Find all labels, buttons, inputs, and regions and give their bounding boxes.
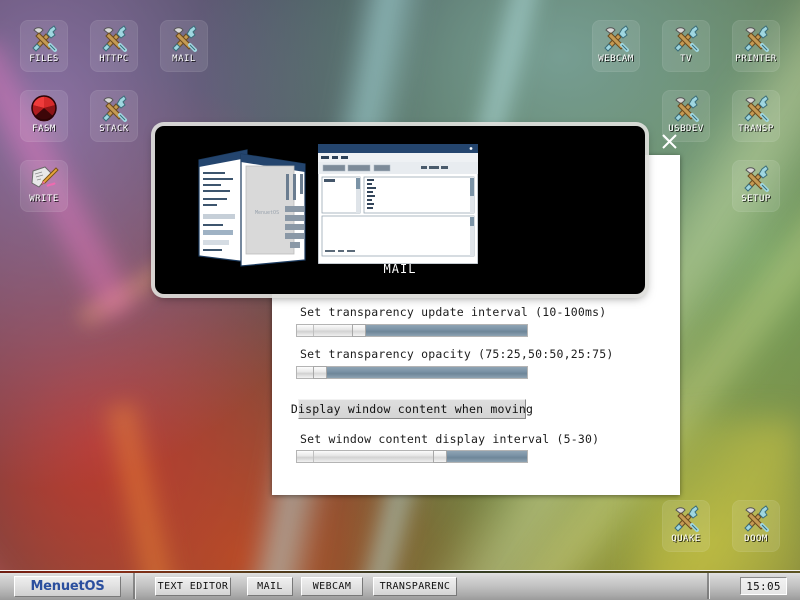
desktop-icon-label: WEBCAM (598, 54, 634, 64)
desktop-icon-tv[interactable]: TV (662, 20, 710, 72)
taskbar-separator (707, 573, 710, 599)
hammer-wrench-icon (169, 23, 199, 53)
taskbar-separator (133, 573, 136, 599)
desktop-icon-setup[interactable]: SETUP (732, 160, 780, 212)
hammer-wrench-icon (671, 93, 701, 123)
desktop-icon-label: QUAKE (671, 534, 701, 544)
window-content-display-interval-slider[interactable] (296, 450, 528, 463)
hammer-wrench-icon (99, 23, 129, 53)
slider-knob[interactable] (433, 450, 447, 463)
desktop-icon-label: TV (680, 54, 692, 64)
slider-left-cap (297, 367, 314, 378)
transparency-update-interval-slider[interactable] (296, 324, 528, 337)
window-switcher-overlay[interactable]: MenuetOS (155, 126, 645, 294)
desktop-icon-mail[interactable]: MAIL (160, 20, 208, 72)
hammer-wrench-icon (99, 93, 129, 123)
transparency-opacity-slider[interactable] (296, 366, 528, 379)
taskbar-button-text-editor[interactable]: TEXT EDITOR (155, 577, 231, 596)
taskbar-button-mail[interactable]: MAIL (247, 577, 293, 596)
desktop-icon-label: USBDEV (668, 124, 704, 134)
taskbar-button-transparenc[interactable]: TRANSPARENC (373, 577, 457, 596)
desktop-icon-label: DOOM (744, 534, 768, 544)
pencil-paper-icon (29, 163, 59, 193)
left-window-preview[interactable]: MenuetOS (191, 142, 311, 267)
desktop-icon-label: MAIL (172, 54, 196, 64)
desktop-icon-label: FILES (29, 54, 59, 64)
start-button[interactable]: MenuetOS (14, 576, 121, 597)
hammer-wrench-icon (601, 23, 631, 53)
desktop-icon-label: SETUP (741, 194, 771, 204)
desktop-icon-label: HTTPC (99, 54, 129, 64)
desktop-icon-usbdev[interactable]: USBDEV (662, 90, 710, 142)
hammer-wrench-icon (671, 503, 701, 533)
desktop-icon-fasm[interactable]: FASM (20, 90, 68, 142)
desktop-icon-doom[interactable]: DOOM (732, 500, 780, 552)
desktop-icon-label: TRANSP (738, 124, 774, 134)
window-content-display-interval-slider-label: Set window content display interval (5-3… (300, 432, 599, 446)
desktop-icon-label: WRITE (29, 194, 59, 204)
hammer-wrench-icon (741, 23, 771, 53)
hammer-wrench-icon (741, 93, 771, 123)
switcher-selected-label: MAIL (155, 262, 645, 276)
slider-fill (320, 367, 527, 378)
desktop-icon-label: FASM (32, 124, 56, 134)
hammer-wrench-icon (29, 23, 59, 53)
desktop-icon-httpc[interactable]: HTTPC (90, 20, 138, 72)
desktop-icon-label: STACK (99, 124, 129, 134)
desktop-icon-stack[interactable]: STACK (90, 90, 138, 142)
hammer-wrench-icon (671, 23, 701, 53)
desktop-icon-write[interactable]: WRITE (20, 160, 68, 212)
desktop-icon-quake[interactable]: QUAKE (662, 500, 710, 552)
desktop-icon-printer[interactable]: PRINTER (732, 20, 780, 72)
desktop-icon-webcam[interactable]: WEBCAM (592, 20, 640, 72)
transparency-update-interval-slider-label: Set transparency update interval (10-100… (300, 305, 606, 319)
slider-knob[interactable] (352, 324, 366, 337)
transparency-opacity-slider-label: Set transparency opacity (75:25,50:50,25… (300, 347, 613, 361)
slider-left-cap (297, 325, 314, 336)
taskbar-button-webcam[interactable]: WEBCAM (301, 577, 363, 596)
radiation-icon (29, 93, 59, 123)
svg-text:MenuetOS: MenuetOS (255, 210, 279, 216)
hammer-wrench-icon (741, 163, 771, 193)
slider-fill (440, 451, 527, 462)
desktop-icon-label: PRINTER (735, 54, 776, 64)
taskbar-clock[interactable]: 15:05 (740, 577, 787, 595)
slider-knob[interactable] (313, 366, 327, 379)
desktop-icon-transp[interactable]: TRANSP (732, 90, 780, 142)
center-window-preview[interactable] (318, 144, 478, 264)
slider-fill (359, 325, 527, 336)
slider-left-cap (297, 451, 314, 462)
desktop-icon-files[interactable]: FILES (20, 20, 68, 72)
desktop-screen: FILES HTTPC MAIL FASM (0, 0, 800, 600)
hammer-wrench-icon (741, 503, 771, 533)
display-window-content-when-moving-button[interactable]: Display window content when moving (298, 399, 526, 419)
taskbar: MenuetOS TEXT EDITOR MAIL WEBCAM TRANSPAREN… (0, 570, 800, 600)
